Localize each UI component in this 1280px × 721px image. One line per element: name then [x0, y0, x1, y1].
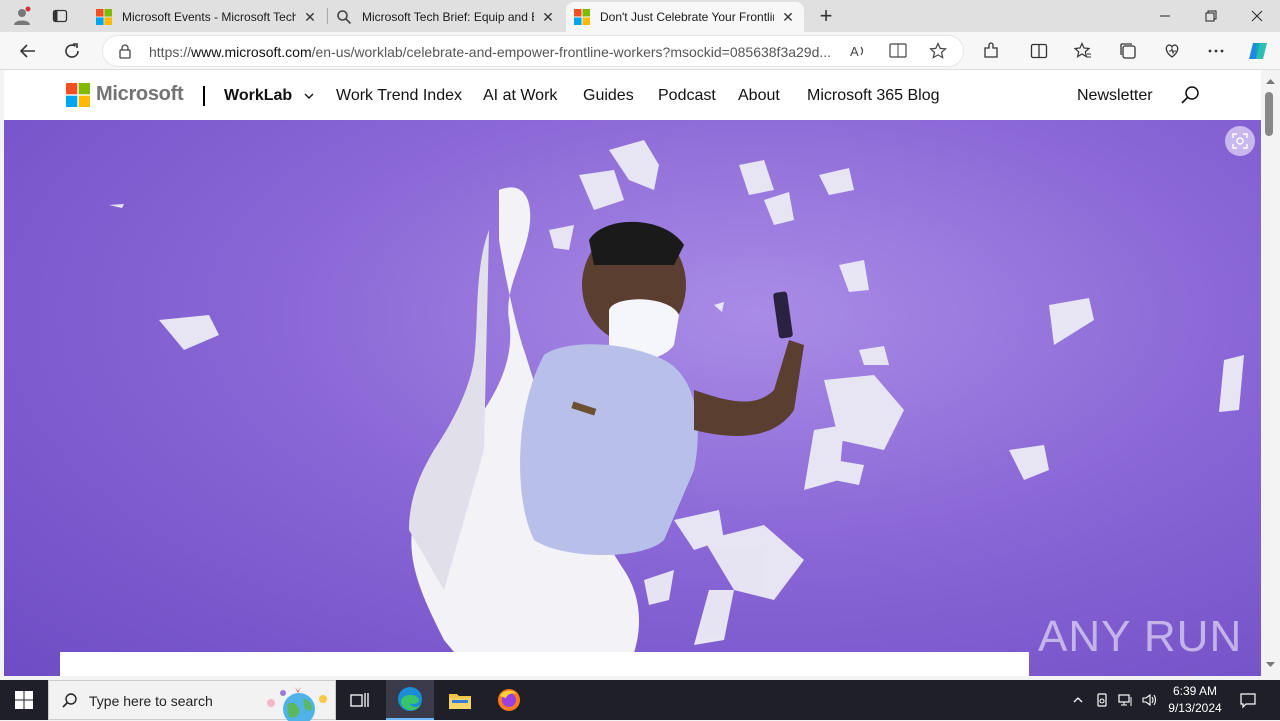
collections-icon[interactable]: [1114, 37, 1142, 65]
browser-tab-strip: Microsoft Events - Microsoft Tech ✕ Micr…: [0, 0, 1280, 32]
page-scrollbar[interactable]: [1261, 70, 1280, 676]
tab-title: Don't Just Celebrate Your Frontlin: [600, 10, 774, 24]
search-icon[interactable]: [1180, 85, 1200, 110]
volume-icon[interactable]: [1140, 680, 1160, 720]
favorite-star-icon[interactable]: [929, 42, 947, 65]
firefox-icon[interactable]: [485, 680, 533, 720]
scrollbar-thumb[interactable]: [1265, 92, 1273, 136]
network-icon[interactable]: [1116, 680, 1136, 720]
tab-actions-icon[interactable]: [48, 4, 72, 28]
address-bar[interactable]: https://www.microsoft.com/en-us/worklab/…: [102, 35, 964, 67]
task-view-icon[interactable]: [336, 680, 384, 720]
nav-guides[interactable]: Guides: [583, 87, 634, 105]
nav-about[interactable]: About: [738, 87, 780, 105]
close-tab-icon[interactable]: ✕: [302, 9, 318, 25]
tab-microsoft-events[interactable]: Microsoft Events - Microsoft Tech ✕: [88, 2, 326, 32]
worklab-label: WorkLab: [224, 87, 293, 104]
system-clock[interactable]: 6:39 AM 9/13/2024: [1160, 683, 1230, 717]
close-window-icon[interactable]: [1234, 0, 1280, 32]
microsoft-logo-icon[interactable]: [66, 83, 90, 107]
profile-icon[interactable]: [10, 4, 34, 28]
edge-taskbar-icon[interactable]: [386, 680, 434, 720]
windows-taskbar: Type here to search 6:39 AM 9/13/2024: [0, 680, 1280, 721]
nav-newsletter[interactable]: Newsletter: [1077, 87, 1153, 105]
web-page: Microsoft WorkLab Work Trend Index AI at…: [4, 70, 1261, 676]
visual-search-icon[interactable]: [1225, 126, 1255, 156]
immersive-reader-icon[interactable]: [889, 42, 907, 65]
show-hidden-icons-icon[interactable]: [1068, 680, 1088, 720]
refresh-icon[interactable]: [58, 37, 86, 65]
scroll-up-icon[interactable]: [1261, 74, 1280, 88]
minimize-icon[interactable]: [1142, 0, 1188, 32]
clock-time: 6:39 AM: [1172, 684, 1218, 698]
microsoft-brand-text[interactable]: Microsoft: [96, 83, 184, 106]
search-icon: [62, 693, 77, 708]
clock-date: 9/13/2024: [1168, 701, 1222, 715]
favorites-icon[interactable]: [1069, 37, 1097, 65]
browser-toolbar: https://www.microsoft.com/en-us/worklab/…: [0, 32, 1280, 70]
search-icon: [337, 10, 352, 25]
restore-icon[interactable]: [1188, 0, 1234, 32]
chevron-down-icon: [304, 93, 314, 99]
split-screen-icon[interactable]: [1025, 37, 1053, 65]
lock-icon[interactable]: [117, 43, 133, 64]
notifications-icon[interactable]: [1234, 680, 1262, 720]
worklab-menu[interactable]: WorkLab: [224, 87, 315, 105]
header-divider: [203, 86, 205, 106]
start-button[interactable]: [0, 680, 48, 720]
new-tab-button[interactable]: +: [814, 3, 838, 28]
tab-tech-brief[interactable]: Microsoft Tech Brief: Equip and E ✕: [328, 2, 564, 32]
microsoft-logo-icon: [574, 9, 590, 25]
nav-microsoft-365-blog[interactable]: Microsoft 365 Blog: [807, 87, 940, 105]
close-tab-icon[interactable]: ✕: [540, 9, 556, 25]
tab-frontline-workers[interactable]: Don't Just Celebrate Your Frontlin ✕: [566, 2, 804, 32]
browser-essentials-icon[interactable]: [1158, 37, 1186, 65]
device-icon[interactable]: [1092, 680, 1112, 720]
more-options-icon[interactable]: [1202, 37, 1230, 65]
copilot-icon[interactable]: [1244, 37, 1272, 65]
nav-podcast[interactable]: Podcast: [658, 87, 716, 105]
url-text: https://www.microsoft.com/en-us/worklab/…: [149, 44, 832, 60]
site-header: Microsoft WorkLab Work Trend Index AI at…: [4, 70, 1261, 120]
anyrun-watermark: ANY RUN: [1038, 612, 1243, 661]
tab-title: Microsoft Events - Microsoft Tech: [122, 10, 296, 24]
tab-title: Microsoft Tech Brief: Equip and E: [362, 10, 534, 24]
microsoft-logo-icon: [96, 9, 112, 25]
read-aloud-icon[interactable]: A: [849, 42, 867, 65]
windows-logo-icon: [15, 691, 33, 709]
file-explorer-icon[interactable]: [436, 680, 484, 720]
nav-ai-at-work[interactable]: AI at Work: [483, 87, 557, 105]
hero-illustration: [109, 140, 1244, 676]
nav-work-trend-index[interactable]: Work Trend Index: [336, 87, 462, 105]
extensions-icon[interactable]: [977, 37, 1005, 65]
search-highlight-globe-icon: [267, 687, 327, 721]
svg-text:A: A: [850, 44, 859, 59]
hero-image: [4, 120, 1261, 676]
article-card: [60, 652, 1029, 676]
scroll-down-icon[interactable]: [1261, 658, 1280, 672]
taskbar-search-box[interactable]: Type here to search: [48, 680, 336, 721]
back-icon[interactable]: [14, 37, 42, 65]
taskbar-search-placeholder: Type here to search: [89, 693, 213, 709]
close-tab-icon[interactable]: ✕: [780, 9, 796, 25]
